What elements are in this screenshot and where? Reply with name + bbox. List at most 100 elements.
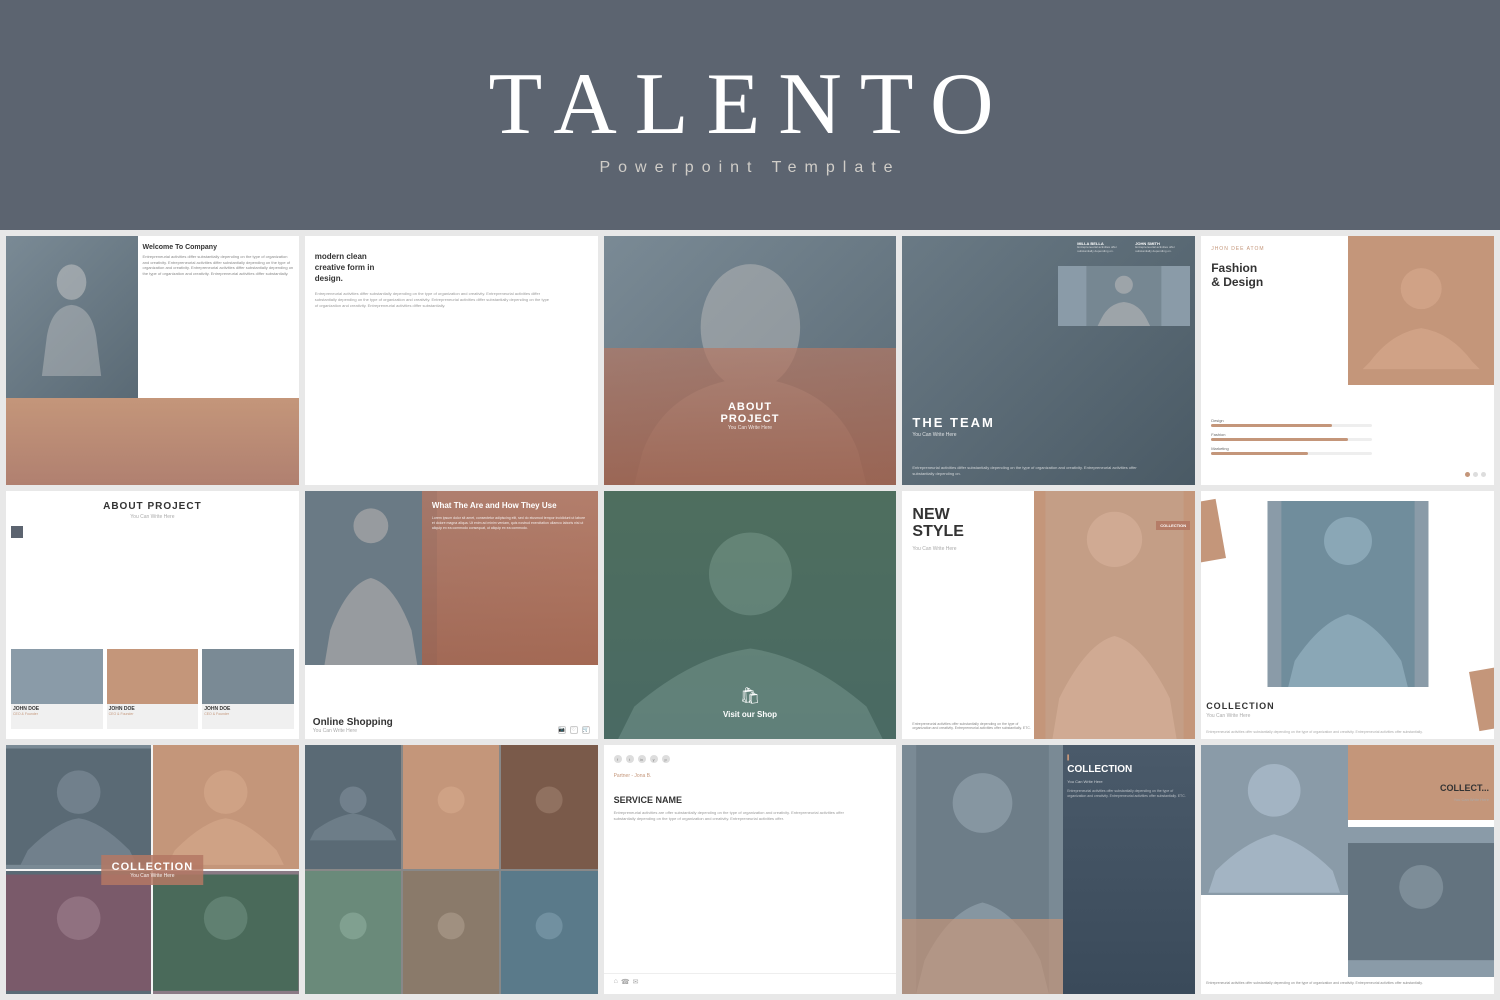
slide-13[interactable]: f t in y p Partner - Jona B. SERVICE NAM…: [604, 745, 897, 994]
slide-1-body: Entrepreneurial activities differ substa…: [143, 254, 295, 276]
slide-13-bottom-icons: ⌂ ☎ ✉: [614, 978, 639, 986]
slide-8-text: Visit our Shop: [723, 710, 777, 719]
app-title: TALENTO: [488, 54, 1011, 155]
slide-9[interactable]: NEWSTYLE You Can Write Here COLLECTION E…: [902, 491, 1195, 740]
slide-6[interactable]: ABOUT PROJECT You Can Write Here JOHN DO…: [6, 491, 299, 740]
slide-7[interactable]: What The Are and How They Use Lorem ipsu…: [305, 491, 598, 740]
slide-7-bg: What The Are and How They Use Lorem ipsu…: [305, 491, 598, 665]
slide-2[interactable]: modern cleancreative form indesign. Entr…: [305, 236, 598, 485]
slide-9-sub: You Can Write Here: [912, 546, 956, 552]
slide-9-title: NEWSTYLE: [912, 506, 964, 541]
card-3: JOHN DOE CEO & Founder: [202, 649, 294, 729]
slide-14-body: Entrepreneurial activities offer substan…: [1067, 789, 1190, 799]
slide-14-pink-corner: [902, 919, 1063, 994]
slide-15-person: [1201, 745, 1347, 894]
slide-10-sub: You Can Write Here: [1206, 713, 1250, 719]
slide-3-overlay: ABOUT PROJECT You Can Write Here: [604, 348, 897, 485]
slide-5-image: [1348, 236, 1494, 385]
slide-14[interactable]: ▌ COLLECTION You Can Write Here Entrepre…: [902, 745, 1195, 994]
slide-15[interactable]: COLLECT... You Can Write Here Entreprene…: [1201, 745, 1494, 994]
slide-4[interactable]: MILLA BELLA Entrepreneurial activities o…: [902, 236, 1195, 485]
slide-15-body: Entrepreneurial activities offer substan…: [1206, 981, 1489, 986]
card-3-img: [202, 649, 294, 704]
icon-pinterest: p: [662, 755, 670, 763]
card-1: JOHN DOE CEO & Founder: [11, 649, 103, 729]
slide-1-image: [6, 236, 138, 398]
slide-11-sub: You Can Write Here: [112, 873, 194, 879]
slide-2-heading: modern cleancreative form indesign.: [315, 251, 375, 285]
slide-7-person: [305, 491, 437, 665]
grid-img-2: [153, 745, 298, 868]
slide-2-body: Entrepreneurial activities differ substa…: [315, 291, 549, 309]
slide-7-title: Online Shopping: [313, 717, 590, 728]
slide-13-service-text: Entrepreneurial activities are offer sub…: [614, 810, 863, 821]
slide-7-icons: 📷 ♡ 🛒: [558, 726, 590, 734]
dot-2: [1473, 472, 1478, 477]
grid-img-3: [6, 871, 151, 994]
slide-9-body: Entrepreneurial activities offer substan…: [912, 722, 1035, 732]
slide-14-title: COLLECTION: [1067, 764, 1190, 776]
grid-img-4: [153, 871, 298, 994]
photo-4: [305, 871, 401, 994]
slide-8[interactable]: 🛍 Visit our Shop: [604, 491, 897, 740]
slide-11[interactable]: COLLECTION You Can Write Here: [6, 745, 299, 994]
slide-4-member-1: MILLA BELLA Entrepreneurial activities o…: [1077, 241, 1132, 254]
slide-6-cards: JOHN DOE CEO & Founder JOHN DOE CEO & Fo…: [11, 649, 294, 729]
slide-10-title: COLLECTION: [1206, 701, 1275, 711]
slide-12[interactable]: [305, 745, 598, 994]
slide-10[interactable]: COLLECTION You Can Write Here Entreprene…: [1201, 491, 1494, 740]
person-photo-1: [6, 236, 138, 398]
app-subtitle: Powerpoint Template: [599, 159, 900, 177]
slide-3-write: You Can Write Here: [728, 425, 772, 431]
slide-1-content: Welcome To Company Entrepreneurial activ…: [143, 244, 295, 276]
slides-grid: Welcome To Company Entrepreneurial activ…: [0, 230, 1500, 1000]
slide-4-body: Entrepreneurial activities differ substa…: [912, 465, 1146, 476]
slide-15-title: COLLECT...: [1440, 783, 1489, 793]
slide-7-overlay-title: What The Are and How They Use: [432, 501, 588, 511]
slide-6-sub: You Can Write Here: [130, 514, 174, 520]
slide-14-accent: ▌: [1067, 755, 1190, 761]
blue-accent-square: [11, 526, 23, 538]
divider: [604, 973, 897, 974]
card-1-img: [11, 649, 103, 704]
slide-5-title: Fashion& Design: [1211, 261, 1263, 290]
slide-7-overlay-text: Lorem ipsum dolor sit amet, consectetur …: [432, 516, 588, 531]
icon-phone: ☎: [621, 978, 630, 986]
slide-5[interactable]: JHON DEE ATOM Fashion& Design Design Fas…: [1201, 236, 1494, 485]
slide-4-sub: You Can Write Here: [912, 432, 956, 438]
slide-13-social: f t in y p: [614, 755, 670, 763]
photo-3: [501, 745, 597, 868]
slide-11-overlay: COLLECTION You Can Write Here: [102, 855, 204, 885]
slide-10-body: Entrepreneurial activities offer substan…: [1206, 730, 1470, 735]
slide-3-title: ABOUT: [728, 401, 772, 413]
slide-4-title: THE TEAM: [912, 415, 994, 430]
slide-4-members: MILLA BELLA Entrepreneurial activities o…: [1077, 241, 1190, 254]
shop-bag-icon: 🛍: [723, 686, 777, 706]
bar-fashion: Fashion: [1211, 432, 1372, 441]
slide-1-pink-bar: [6, 398, 299, 485]
slide-11-title: COLLECTION: [112, 861, 194, 873]
slide-10-person: [1267, 501, 1428, 688]
bar-marketing: Marketing: [1211, 446, 1372, 455]
icon-heart: ♡: [570, 726, 578, 734]
slide-1-heading: Welcome To Company: [143, 244, 295, 251]
slide-8-overlay: 🛍 Visit our Shop: [723, 686, 777, 719]
slide-15-sub: You Can Write Here: [1454, 797, 1489, 802]
slide-4-member-2: JOHN SMITH Entrepreneurial activities of…: [1135, 241, 1190, 254]
icon-twitter: t: [626, 755, 634, 763]
slide-5-dots: [1465, 472, 1486, 477]
slide-5-name: JHON DEE ATOM: [1211, 246, 1264, 252]
dot-3: [1481, 472, 1486, 477]
slide-3[interactable]: ABOUT PROJECT You Can Write Here: [604, 236, 897, 485]
bar-design: Design: [1211, 418, 1372, 427]
slide-4-photo: [1058, 266, 1190, 326]
photo-5: [403, 871, 499, 994]
slide-13-partner: Partner - Jona B.: [614, 773, 652, 779]
icon-linkedin: in: [638, 755, 646, 763]
photo-2: [403, 745, 499, 868]
dot-1: [1465, 472, 1470, 477]
slide-1[interactable]: Welcome To Company Entrepreneurial activ…: [6, 236, 299, 485]
grid-img-1: [6, 745, 151, 868]
photo-6: [501, 871, 597, 994]
icon-mail: ✉: [633, 978, 639, 986]
